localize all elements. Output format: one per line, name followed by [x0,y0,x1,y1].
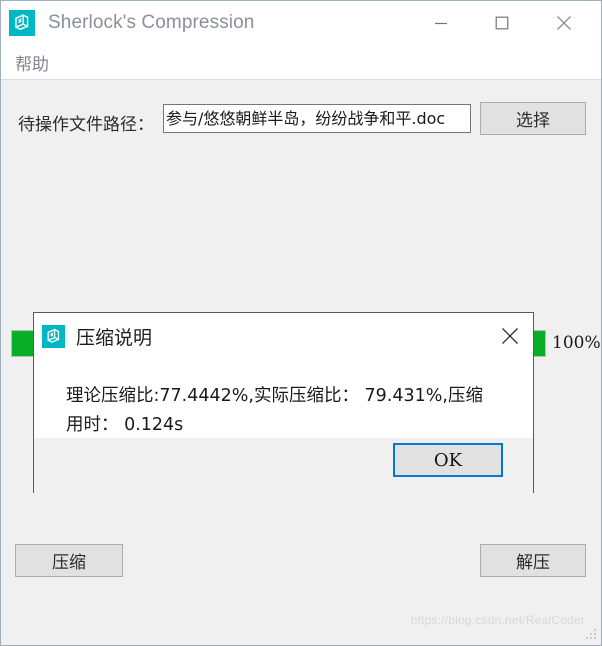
application-window: Sherlock's Compression 帮助 待操作文件路径： 参与/悠悠… [0,0,602,646]
title-bar: Sherlock's Compression [1,1,601,45]
decompress-button[interactable]: 解压 [480,544,586,577]
menu-item-help[interactable]: 帮助 [11,48,53,77]
select-file-button[interactable]: 选择 [480,102,586,135]
dialog-message: 理论压缩比:77.4442%,实际压缩比： 79.431%,压缩用时： 0.12… [66,386,483,435]
maximize-icon [495,16,509,30]
file-path-value: 参与/悠悠朝鲜半岛，纷纷战争和平.doc [166,109,446,128]
app-logo-icon [42,324,65,348]
client-area: 待操作文件路径： 参与/悠悠朝鲜半岛，纷纷战争和平.doc 选择 100% 压缩… [1,80,601,645]
dialog-title-bar: 压缩说明 [34,313,533,359]
menu-bar: 帮助 [1,45,601,80]
close-button[interactable] [541,1,587,45]
file-path-input[interactable]: 参与/悠悠朝鲜半岛，纷纷战争和平.doc [163,104,471,133]
file-path-label: 待操作文件路径： [18,115,154,135]
ok-button[interactable]: OK [393,443,503,477]
close-icon [502,328,518,344]
dialog-title: 压缩说明 [76,326,153,349]
progress-percent-label: 100% [552,333,601,353]
maximize-button[interactable] [479,1,525,45]
dialog-body: 理论压缩比:77.4442%,实际压缩比： 79.431%,压缩用时： 0.12… [34,359,533,493]
minimize-icon [435,22,447,25]
file-path-row: 待操作文件路径： 参与/悠悠朝鲜半岛，纷纷战争和平.doc 选择 [1,102,602,140]
window-title: Sherlock's Compression [48,12,255,33]
resize-grip[interactable] [586,629,596,639]
dialog-footer: OK [34,438,533,493]
dialog-close-button[interactable] [487,313,533,359]
minimize-button[interactable] [418,1,464,45]
close-icon [557,16,571,30]
watermark: https://blog.csdn.net/RealCoder [410,613,585,627]
compress-button[interactable]: 压缩 [15,544,123,577]
compression-info-dialog: 压缩说明 理论压缩比:77.4442%,实际压缩比： 79.431%,压缩用时：… [33,312,534,493]
app-logo-icon [9,10,35,36]
